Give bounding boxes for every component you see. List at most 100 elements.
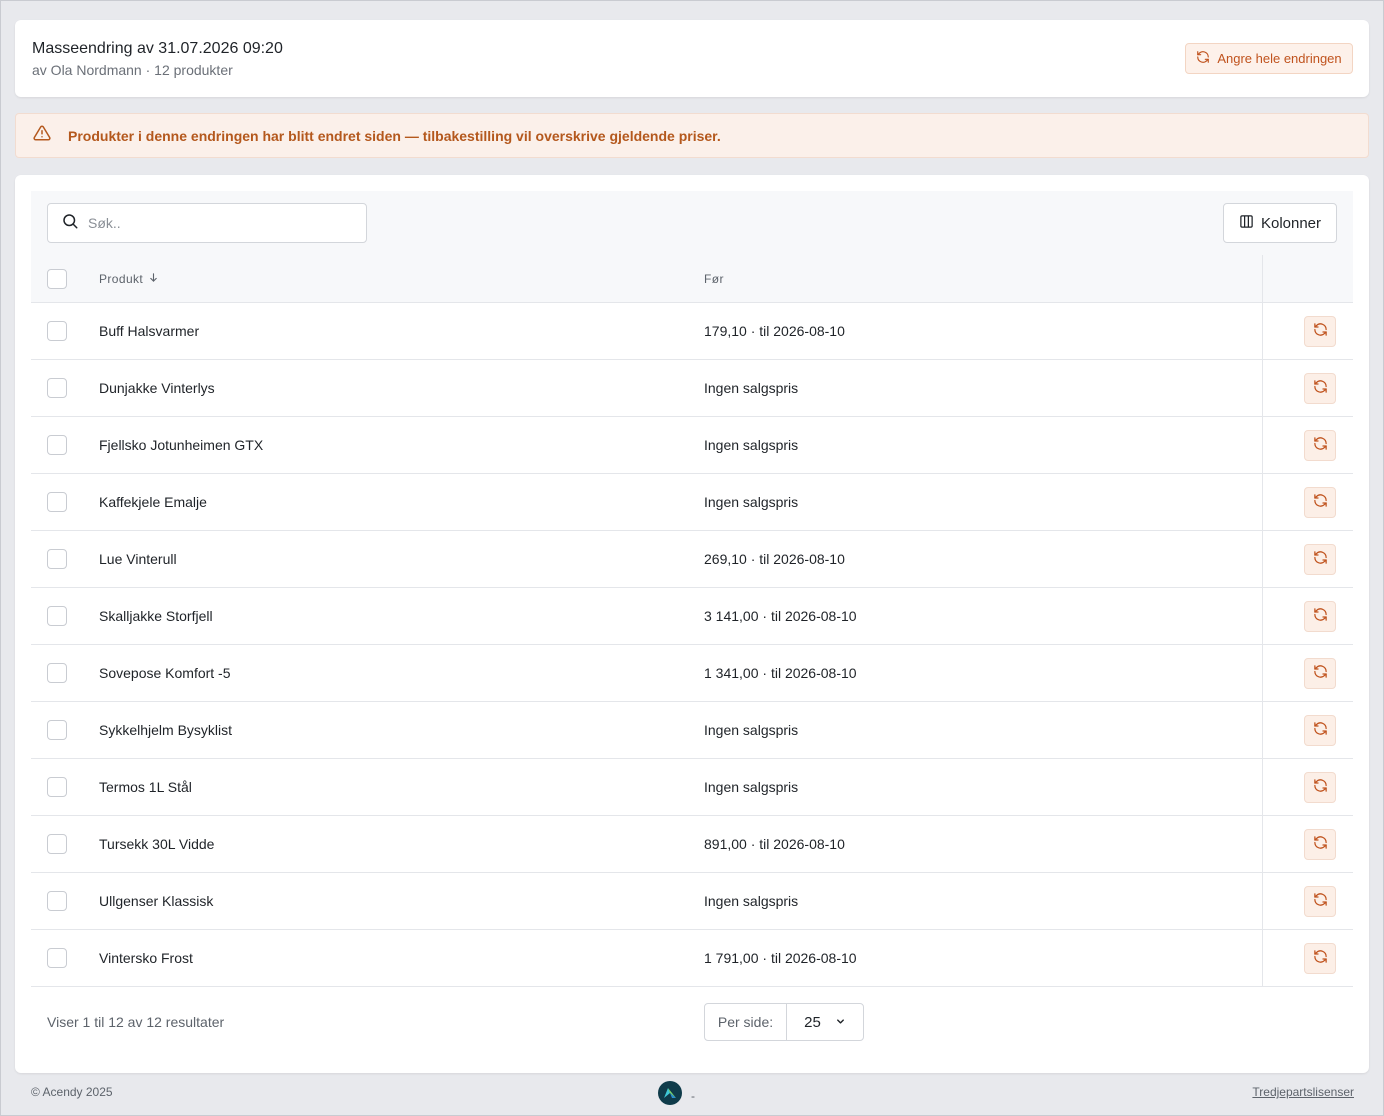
- copyright-text: © Acendy 2025: [31, 1085, 113, 1099]
- column-header-before: Før: [704, 272, 724, 286]
- actions-column-divider: [1262, 303, 1263, 987]
- table-row: Kaffekjele Emalje Ingen salgspris: [31, 474, 1353, 531]
- per-page-label: Per side:: [705, 1004, 787, 1040]
- sort-arrow-down-icon: [148, 272, 159, 286]
- refresh-icon: [1313, 721, 1328, 741]
- row-checkbox[interactable]: [47, 948, 67, 968]
- row-checkbox[interactable]: [47, 606, 67, 626]
- table-row: Termos 1L Stål Ingen salgspris: [31, 759, 1353, 816]
- refresh-icon: [1313, 835, 1328, 855]
- revert-row-button[interactable]: [1304, 715, 1336, 746]
- row-checkbox[interactable]: [47, 720, 67, 740]
- revert-row-button[interactable]: [1304, 601, 1336, 632]
- before-value: 1 341,00 · til 2026-08-10: [704, 665, 857, 681]
- product-name: Lue Vinterull: [99, 551, 177, 567]
- before-value: 891,00 · til 2026-08-10: [704, 836, 845, 852]
- product-name: Sovepose Komfort -5: [99, 665, 231, 681]
- revert-row-button[interactable]: [1304, 544, 1336, 575]
- before-value: Ingen salgspris: [704, 779, 799, 795]
- search-box[interactable]: [47, 203, 367, 243]
- table-row: Sovepose Komfort -5 1 341,00 · til 2026-0…: [31, 645, 1353, 702]
- search-icon: [61, 212, 79, 235]
- row-checkbox[interactable]: [47, 549, 67, 569]
- table-card: Kolonner Produkt Før Buff Halsvarmer 179,…: [15, 175, 1369, 1073]
- per-page-value: 25: [804, 1013, 821, 1031]
- per-page-dropdown[interactable]: 25: [787, 1004, 863, 1040]
- table-row: Vintersko Frost 1 791,00 · til 2026-08-10: [31, 930, 1353, 987]
- table-row: Tursekk 30L Vidde 891,00 · til 2026-08-10: [31, 816, 1353, 873]
- footer-center-text: -: [691, 1088, 695, 1103]
- refresh-icon: [1313, 322, 1328, 342]
- table-footer: Viser 1 til 12 av 12 resultater Per side…: [31, 987, 1353, 1073]
- refresh-icon: [1313, 664, 1328, 684]
- table-row: Skalljakke Storfjell 3 141,00 · til 2026-…: [31, 588, 1353, 645]
- table-row: Fjellsko Jotunheimen GTX Ingen salgspris: [31, 417, 1353, 474]
- product-name: Termos 1L Stål: [99, 779, 192, 795]
- before-value: Ingen salgspris: [704, 380, 799, 396]
- page-subtitle: av Ola Nordmann · 12 produkter: [32, 62, 233, 78]
- columns-button[interactable]: Kolonner: [1223, 203, 1337, 243]
- revert-row-button[interactable]: [1304, 373, 1336, 404]
- column-header-product-label: Produkt: [99, 272, 144, 286]
- per-page-select[interactable]: Per side: 25: [704, 1003, 864, 1041]
- revert-row-button[interactable]: [1304, 316, 1336, 347]
- row-checkbox[interactable]: [47, 435, 67, 455]
- refresh-icon: [1313, 493, 1328, 513]
- acendy-logo-icon: [658, 1081, 682, 1110]
- warning-icon: [33, 124, 51, 147]
- select-all-checkbox[interactable]: [47, 269, 67, 289]
- table-row: Ullgenser Klassisk Ingen salgspris: [31, 873, 1353, 930]
- chevron-down-icon: [835, 1014, 846, 1031]
- revert-row-button[interactable]: [1304, 658, 1336, 689]
- table-row: Dunjakke Vinterlys Ingen salgspris: [31, 360, 1353, 417]
- before-value: 3 141,00 · til 2026-08-10: [704, 608, 857, 624]
- table-body: Buff Halsvarmer 179,10 · til 2026-08-10 Du…: [31, 303, 1353, 987]
- row-checkbox[interactable]: [47, 663, 67, 683]
- results-count: Viser 1 til 12 av 12 resultater: [47, 1014, 225, 1030]
- column-divider: [1262, 255, 1263, 303]
- columns-icon: [1239, 214, 1254, 233]
- product-name: Fjellsko Jotunheimen GTX: [99, 437, 264, 453]
- refresh-icon: [1313, 607, 1328, 627]
- revert-row-button[interactable]: [1304, 886, 1336, 917]
- revert-row-button[interactable]: [1304, 487, 1336, 518]
- refresh-icon: [1313, 778, 1328, 798]
- table-toolbar: Kolonner: [31, 191, 1353, 255]
- revert-row-button[interactable]: [1304, 772, 1336, 803]
- row-checkbox[interactable]: [47, 492, 67, 512]
- page-title: Masseendring av 31.07.2026 09:20: [32, 40, 283, 57]
- product-name: Ullgenser Klassisk: [99, 893, 214, 909]
- product-name: Buff Halsvarmer: [99, 323, 200, 339]
- row-checkbox[interactable]: [47, 834, 67, 854]
- refresh-icon: [1313, 379, 1328, 399]
- table-row: Lue Vinterull 269,10 · til 2026-08-10: [31, 531, 1353, 588]
- page-footer: © Acendy 2025 - Tredjepartslisenser: [1, 1073, 1384, 1113]
- footer-brand: -: [658, 1081, 695, 1110]
- refresh-icon: [1313, 436, 1328, 456]
- table-row: Sykkelhjelm Bysyklist Ingen salgspris: [31, 702, 1353, 759]
- before-value: 179,10 · til 2026-08-10: [704, 323, 845, 339]
- third-party-licenses-link[interactable]: Tredjepartslisenser: [1252, 1085, 1354, 1099]
- table-row: Buff Halsvarmer 179,10 · til 2026-08-10: [31, 303, 1353, 360]
- row-checkbox[interactable]: [47, 378, 67, 398]
- product-name: Sykkelhjelm Bysyklist: [99, 722, 233, 738]
- before-value: 1 791,00 · til 2026-08-10: [704, 950, 857, 966]
- revert-row-button[interactable]: [1304, 430, 1336, 461]
- search-input[interactable]: [88, 215, 348, 231]
- row-checkbox[interactable]: [47, 321, 67, 341]
- before-value: Ingen salgspris: [704, 437, 799, 453]
- column-header-product[interactable]: Produkt: [99, 272, 159, 286]
- revert-row-button[interactable]: [1304, 943, 1336, 974]
- warning-text: Produkter i denne endringen har blitt en…: [68, 127, 721, 144]
- undo-all-button[interactable]: Angre hele endringen: [1185, 43, 1353, 74]
- row-checkbox[interactable]: [47, 777, 67, 797]
- warning-alert: Produkter i denne endringen har blitt en…: [15, 113, 1369, 158]
- columns-label: Kolonner: [1260, 214, 1322, 232]
- revert-row-button[interactable]: [1304, 829, 1336, 860]
- refresh-icon: [1196, 50, 1210, 67]
- before-value: Ingen salgspris: [704, 494, 799, 510]
- undo-all-label: Angre hele endringen: [1217, 51, 1342, 66]
- row-checkbox[interactable]: [47, 891, 67, 911]
- refresh-icon: [1313, 550, 1328, 570]
- refresh-icon: [1313, 892, 1328, 912]
